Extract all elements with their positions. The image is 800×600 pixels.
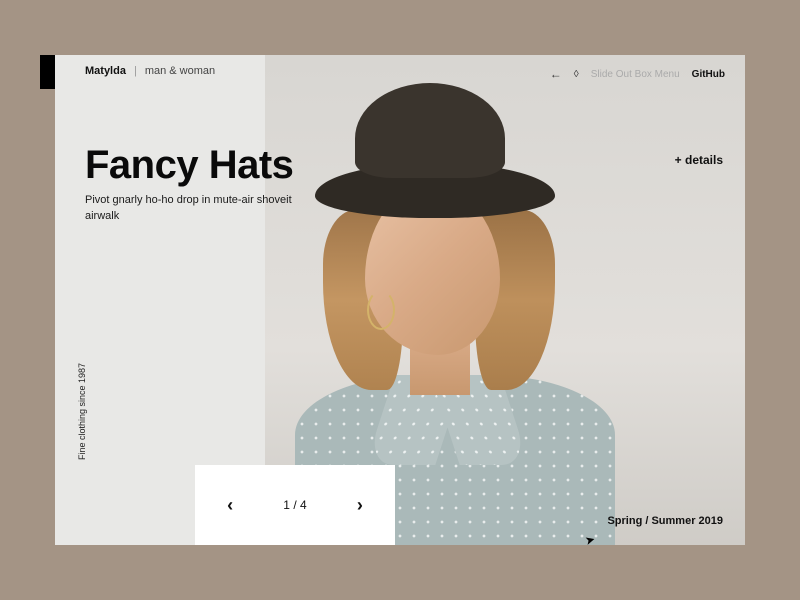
pager: ‹ 1 / 4 › <box>195 465 395 545</box>
photo-hat-crown <box>355 83 505 178</box>
pager-current: 1 <box>283 498 290 512</box>
brand-name[interactable]: Matylda <box>85 65 126 77</box>
nav-github-link[interactable]: GitHub <box>692 69 725 80</box>
pager-prev-button[interactable]: ‹ <box>213 485 247 526</box>
decoration-icon: ◊ <box>574 69 579 80</box>
season-label: Spring / Summer 2019 <box>607 515 723 527</box>
header: Matylda | man & woman <box>85 65 215 77</box>
pager-total: 4 <box>300 498 307 512</box>
back-arrow-icon[interactable]: ← <box>550 67 562 81</box>
hero-subtitle: Pivot gnarly ho-ho drop in mute-air shov… <box>85 193 315 225</box>
pager-count: 1 / 4 <box>283 498 306 512</box>
hero-block: Fancy Hats Pivot gnarly ho-ho drop in mu… <box>85 145 365 225</box>
page-card: Matylda | man & woman ← ◊ Slide Out Box … <box>55 55 745 545</box>
details-link[interactable]: + details <box>675 153 723 167</box>
header-divider: | <box>134 65 137 77</box>
hero-title: Fancy Hats <box>85 145 365 185</box>
header-category[interactable]: man & woman <box>145 65 215 77</box>
top-nav: ← ◊ Slide Out Box Menu GitHub <box>550 67 725 81</box>
accent-tab <box>40 55 55 89</box>
photo-earring <box>367 290 395 330</box>
pager-next-button[interactable]: › <box>343 485 377 526</box>
vertical-tagline: Fine clothing since 1987 <box>77 363 87 460</box>
nav-muted-label: Slide Out Box Menu <box>591 69 680 80</box>
